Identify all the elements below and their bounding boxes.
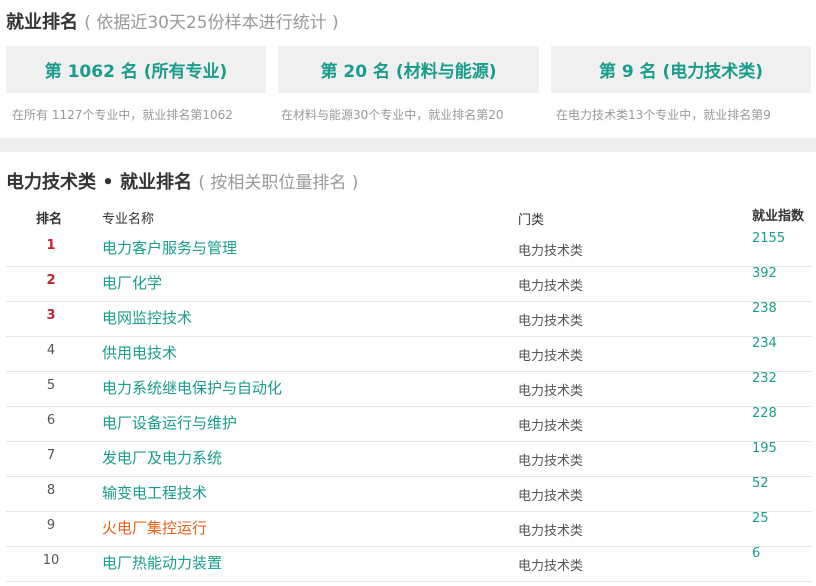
column-header-index: 就业指数	[752, 209, 805, 224]
major-category: 电力技术类	[518, 489, 584, 504]
rank-number: 2	[46, 273, 56, 288]
rank-card-label: 第 20 名 (材料与能源)	[320, 62, 497, 82]
rank-number: 8	[46, 483, 56, 498]
rank-number: 10	[42, 553, 60, 568]
rank-number: 4	[46, 343, 56, 358]
employment-index: 228	[752, 406, 777, 421]
major-category: 电力技术类	[518, 559, 584, 574]
rank-card-label: 第 9 名 (电力技术类)	[598, 62, 764, 82]
major-category: 电力技术类	[518, 349, 584, 364]
major-name-link[interactable]: 火电厂集控运行	[102, 517, 207, 538]
table-row-current-major: 9 火电厂集控运行 电力技术类 25	[6, 511, 812, 547]
employment-index: 195	[752, 441, 777, 456]
table-row: 6 电厂设备运行与维护 电力技术类 228	[6, 406, 812, 442]
employment-ranking-summary: 就业排名 ( 依据近30天25份样本进行统计 ) 第 1062 名 (所有专业)…	[0, 0, 816, 142]
major-category: 电力技术类	[518, 524, 584, 539]
major-category: 电力技术类	[518, 384, 584, 399]
major-category: 电力技术类	[518, 279, 584, 294]
employment-index: 238	[752, 301, 777, 316]
rank-number: 1	[46, 238, 56, 253]
rank-card-note: 在所有 1127个专业中，就业排名第1062	[12, 108, 233, 122]
rank-number: 9	[46, 518, 56, 533]
section-divider	[0, 138, 816, 152]
rank-number: 3	[46, 308, 56, 323]
rank-card-label: 第 1062 名 (所有专业)	[44, 62, 228, 82]
rank-card-power-tech: 第 9 名 (电力技术类)	[551, 46, 811, 93]
table-row: 4 供用电技术 电力技术类 234	[6, 336, 812, 372]
table-row: 3 电网监控技术 电力技术类 238	[6, 301, 812, 337]
rank-card-materials-energy: 第 20 名 (材料与能源)	[278, 46, 539, 93]
employment-index: 25	[752, 511, 769, 526]
major-name-link[interactable]: 电力客户服务与管理	[102, 237, 237, 258]
table-row: 5 电力系统继电保护与自动化 电力技术类 232	[6, 371, 812, 407]
major-name-link[interactable]: 电厂设备运行与维护	[102, 412, 237, 433]
major-category: 电力技术类	[518, 314, 584, 329]
major-name-link[interactable]: 电厂热能动力装置	[102, 552, 222, 573]
employment-index: 392	[752, 266, 777, 281]
major-name-link[interactable]: 供用电技术	[102, 342, 177, 363]
rank-card-all-majors: 第 1062 名 (所有专业)	[6, 46, 266, 93]
employment-index: 234	[752, 336, 777, 351]
table-row: 7 发电厂及电力系统 电力技术类 195	[6, 441, 812, 477]
table-row: 2 电厂化学 电力技术类 392	[6, 266, 812, 302]
employment-index: 6	[752, 546, 761, 561]
major-name-link[interactable]: 发电厂及电力系统	[102, 447, 222, 468]
rank-number: 6	[46, 413, 56, 428]
major-name-link[interactable]: 电力系统继电保护与自动化	[102, 377, 282, 398]
rank-number: 7	[46, 448, 56, 463]
employment-index: 52	[752, 476, 769, 491]
table-row: 1 电力客户服务与管理 电力技术类 2155	[6, 231, 812, 267]
section-title-text: 就业排名	[6, 12, 78, 33]
rank-number: 5	[46, 378, 56, 393]
major-category: 电力技术类	[518, 419, 584, 434]
category-ranking-title: 电力技术类 • 就业排名 ( 按相关职位量排名 )	[6, 168, 358, 194]
employment-index: 2155	[752, 231, 786, 246]
rank-card-note: 在电力技术类13个专业中，就业排名第9	[556, 108, 771, 122]
table-row: 8 输变电工程技术 电力技术类 52	[6, 476, 812, 512]
major-name-link[interactable]: 电厂化学	[102, 272, 162, 293]
major-category: 电力技术类	[518, 454, 584, 469]
category-ranking-title-text: 电力技术类 • 就业排名	[6, 172, 193, 193]
major-category: 电力技术类	[518, 244, 584, 259]
category-ranking-subtitle: ( 按相关职位量排名 )	[198, 173, 359, 193]
employment-index: 232	[752, 371, 777, 386]
column-header-name: 专业名称	[102, 212, 155, 227]
column-header-rank: 排名	[36, 212, 63, 227]
rank-card-note: 在材料与能源30个专业中，就业排名第20	[281, 108, 504, 122]
section-subtitle: ( 依据近30天25份样本进行统计 )	[84, 13, 339, 33]
column-header-category: 门类	[518, 213, 545, 228]
section-title: 就业排名 ( 依据近30天25份样本进行统计 )	[6, 8, 339, 34]
major-name-link[interactable]: 输变电工程技术	[102, 482, 207, 503]
major-name-link[interactable]: 电网监控技术	[102, 307, 192, 328]
table-row: 10 电厂热能动力装置 电力技术类 6	[6, 546, 812, 582]
